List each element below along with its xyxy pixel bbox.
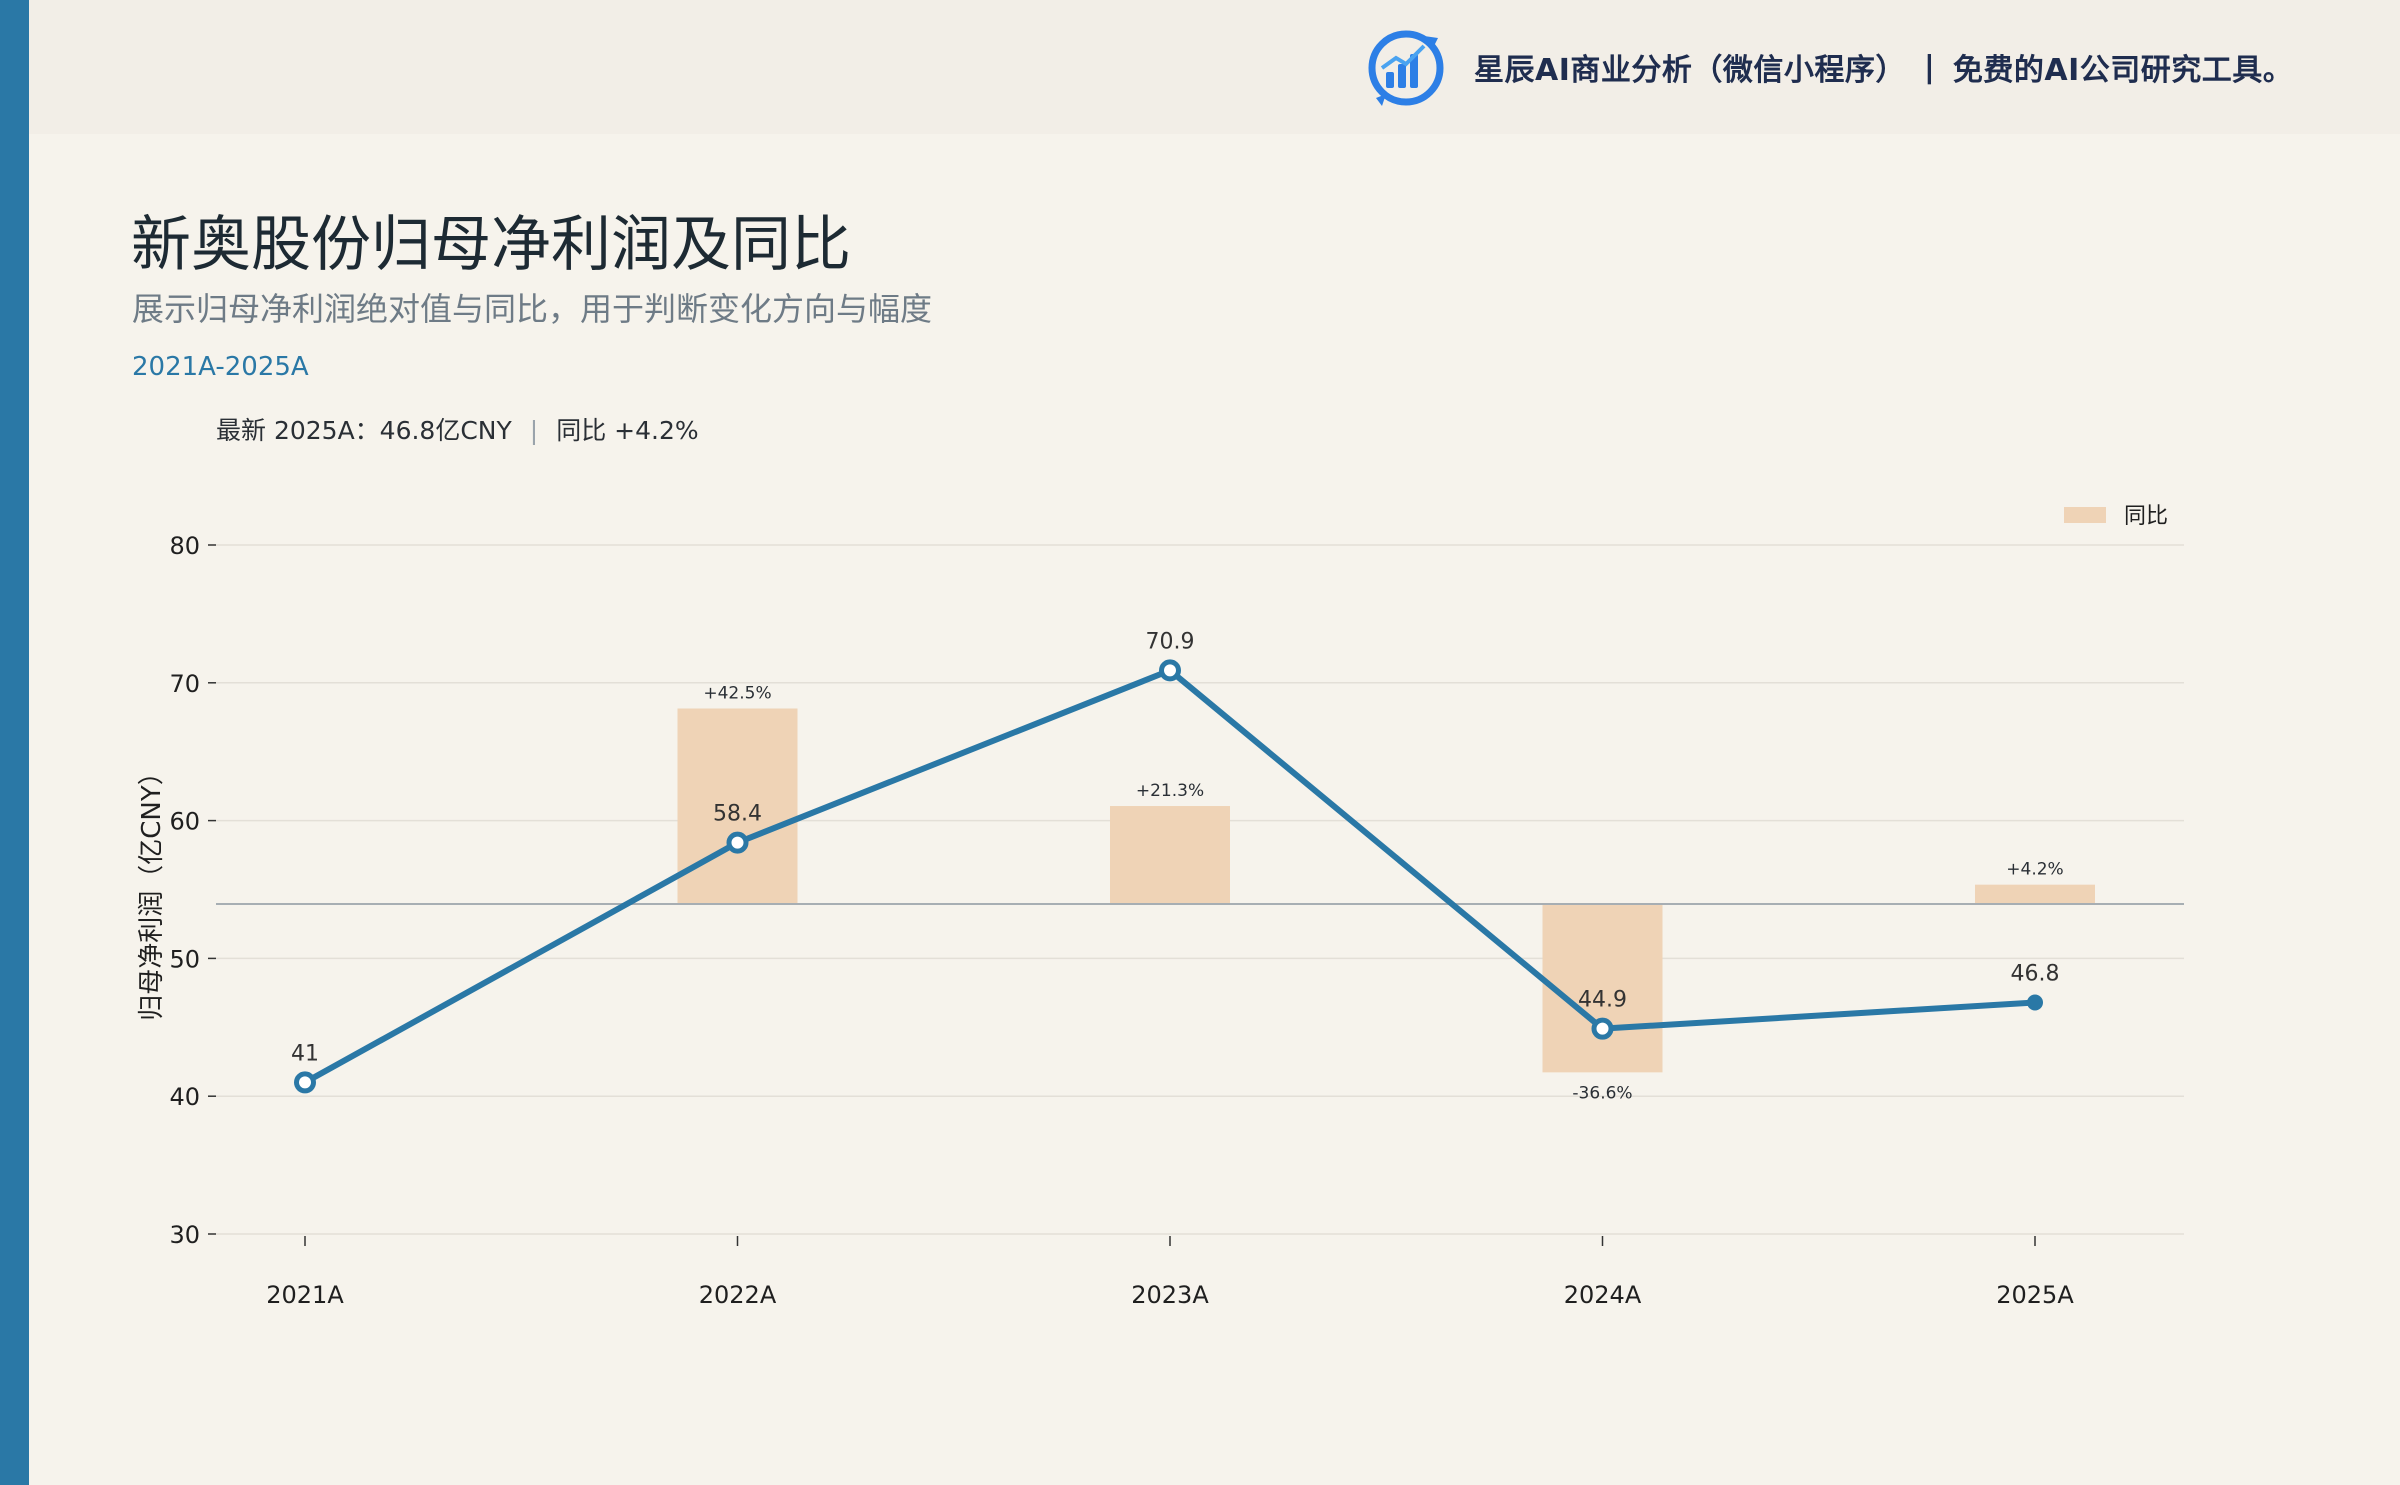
x-tick-label: 2022A	[699, 1281, 777, 1309]
line-point	[1159, 659, 1181, 682]
legend-swatch	[2064, 507, 2106, 523]
y-axis-label: 归母净利润（亿CNY）	[137, 759, 167, 1021]
line-value-label: 70.9	[1146, 629, 1195, 654]
line-point	[1591, 1017, 1614, 1040]
line-value-label: 46.8	[2011, 961, 2060, 986]
line-value-label: 41	[291, 1041, 319, 1066]
y-tick-label: 60	[169, 808, 200, 836]
legend-label: 同比	[2124, 504, 2168, 529]
yoy-bar-label: +4.2%	[2006, 860, 2063, 880]
line-point	[726, 831, 749, 854]
y-tick-label: 30	[169, 1221, 200, 1249]
y-tick-label: 70	[169, 670, 200, 698]
y-tick-label: 80	[169, 532, 200, 560]
yoy-bar	[1110, 806, 1230, 904]
y-tick-label: 50	[169, 945, 200, 973]
yoy-bar-label: -36.6%	[1572, 1083, 1632, 1103]
yoy-bar-label: +21.3%	[1136, 781, 1204, 801]
x-tick-label: 2021A	[266, 1281, 344, 1309]
x-tick-label: 2024A	[1564, 1281, 1642, 1309]
y-tick-label: 40	[169, 1083, 200, 1111]
line-value-label: 44.9	[1578, 988, 1627, 1013]
x-tick-label: 2025A	[1996, 1281, 2074, 1309]
x-tick-label: 2023A	[1131, 1281, 1209, 1309]
line-point	[294, 1071, 316, 1094]
line-point	[2027, 994, 2043, 1011]
line-value-label: 58.4	[713, 802, 762, 827]
yoy-bar-label: +42.5%	[703, 684, 771, 704]
net-profit-chart: 30 40 50 60 70 80 归母净利润（亿CNY） +42.5% +21.3% -36.6…	[137, 504, 2184, 1309]
yoy-bar	[1975, 884, 2095, 904]
